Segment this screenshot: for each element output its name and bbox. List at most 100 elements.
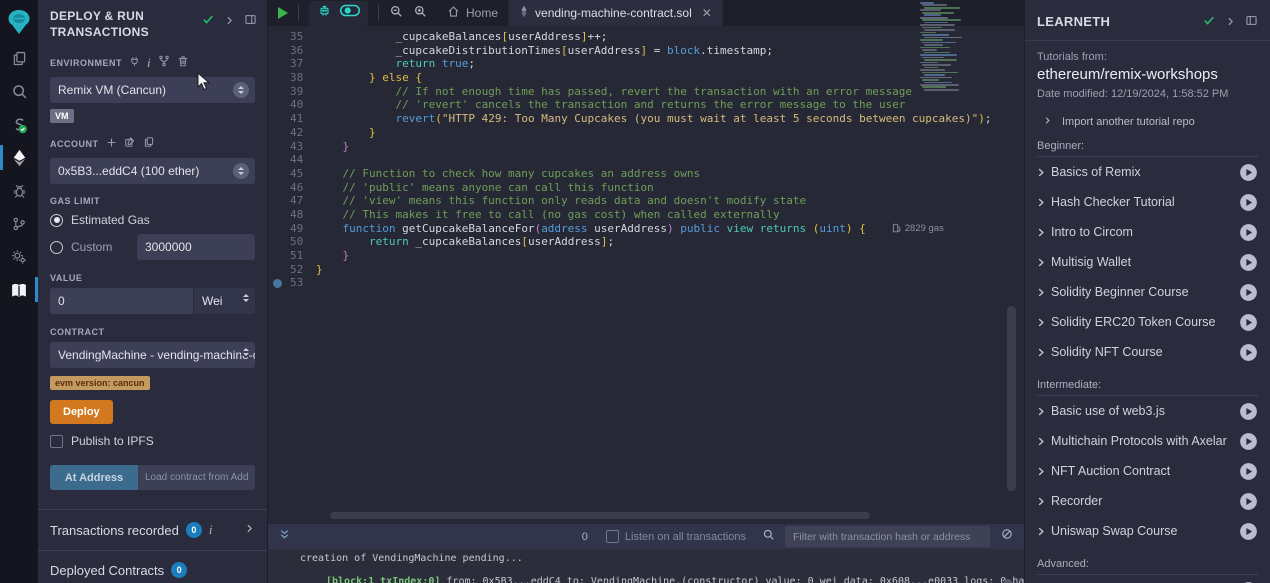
code-line-46[interactable]: 46 // 'public' means anyone can call thi… [268, 181, 1024, 195]
close-tab-icon[interactable]: ✕ [702, 6, 712, 20]
tutorial-item[interactable]: NFT Auction Contract [1037, 456, 1258, 486]
play-tutorial-icon[interactable] [1239, 253, 1258, 272]
minimap[interactable] [920, 2, 962, 92]
deploy-button[interactable]: Deploy [50, 400, 113, 424]
tutorial-item[interactable]: Multisig Wallet [1037, 247, 1258, 277]
at-address-input[interactable] [138, 465, 255, 490]
debugger-icon[interactable] [0, 174, 38, 207]
plug-icon[interactable] [129, 54, 140, 72]
play-tutorial-icon[interactable] [1239, 522, 1258, 541]
trash-icon[interactable] [177, 54, 189, 72]
code-line-49[interactable]: 49 function getCupcakeBalanceFor(address… [268, 222, 1024, 236]
play-tutorial-icon[interactable] [1239, 163, 1258, 182]
collapse-terminal-icon[interactable] [278, 528, 291, 546]
editor-horizontal-scrollbar[interactable] [330, 512, 870, 519]
editor-vertical-scrollbar[interactable] [1007, 306, 1016, 491]
breakpoint-dot[interactable] [273, 279, 282, 288]
code-line-51[interactable]: 51 } [268, 249, 1024, 263]
code-line-44[interactable]: 44 [268, 153, 1024, 167]
play-tutorial-icon[interactable] [1239, 462, 1258, 481]
play-tutorial-icon[interactable] [1239, 492, 1258, 511]
solidity-compiler-icon[interactable] [0, 108, 38, 141]
tutorial-item[interactable]: Recorder [1037, 486, 1258, 516]
at-address-button[interactable]: At Address [50, 465, 138, 490]
code-line-47[interactable]: 47 // 'view' means this function only re… [268, 194, 1024, 208]
code-line-40[interactable]: 40 // 'revert' cancels the transaction a… [268, 98, 1024, 112]
learneth-icon[interactable] [0, 273, 38, 306]
chevron-right-icon[interactable] [244, 521, 255, 539]
play-tutorial-icon[interactable] [1239, 223, 1258, 242]
terminal-filter-input[interactable] [785, 526, 990, 547]
info-icon[interactable]: i [209, 522, 213, 538]
edit-icon[interactable] [124, 135, 136, 153]
select-stepper-icon[interactable] [233, 82, 249, 98]
code-line-42[interactable]: 42 } [268, 126, 1024, 140]
publish-ipfs-checkbox[interactable] [50, 435, 63, 448]
listen-all-checkbox[interactable] [606, 530, 619, 543]
pin-panel-icon[interactable] [1245, 14, 1258, 32]
account-select[interactable]: 0x5B3...eddC4 (100 ether) [50, 158, 255, 184]
tutorial-item[interactable]: All about Proxy Contracts [1037, 575, 1258, 583]
chevron-right-icon[interactable] [224, 13, 235, 31]
code-line-35[interactable]: 35 _cupcakeBalances[userAddress]++; [268, 30, 1024, 44]
tutorial-item[interactable]: Basic use of web3.js [1037, 396, 1258, 426]
plus-icon[interactable] [106, 135, 117, 153]
custom-gas-input[interactable] [137, 234, 255, 260]
code-line-48[interactable]: 48 // This makes it free to call (no gas… [268, 208, 1024, 222]
play-tutorial-icon[interactable] [1239, 283, 1258, 302]
deployed-contracts-section[interactable]: Deployed Contracts 0 [38, 550, 267, 583]
chevron-right-icon[interactable] [1225, 14, 1236, 32]
tutorial-item[interactable]: Uniswap Swap Course [1037, 516, 1258, 546]
tutorial-item[interactable]: Solidity NFT Course [1037, 337, 1258, 367]
code-line-50[interactable]: 50 return _cupcakeBalances[userAddress]; [268, 235, 1024, 249]
tutorial-item[interactable]: Solidity ERC20 Token Course [1037, 307, 1258, 337]
estimated-gas-radio[interactable] [50, 214, 63, 227]
info-icon[interactable]: i [147, 55, 151, 71]
play-tutorial-icon[interactable] [1239, 432, 1258, 451]
tutorial-item[interactable]: Multichain Protocols with Axelar [1037, 426, 1258, 456]
value-input[interactable] [50, 288, 193, 314]
code-line-52[interactable]: 52} [268, 263, 1024, 277]
terminal-output[interactable]: creation of VendingMachine pending... [b… [268, 549, 1024, 583]
play-tutorial-icon[interactable] [1239, 343, 1258, 362]
play-tutorial-icon[interactable] [1239, 193, 1258, 212]
tutorial-item[interactable]: Hash Checker Tutorial [1037, 187, 1258, 217]
code-line-36[interactable]: 36 _cupcakeDistributionTimes[userAddress… [268, 44, 1024, 58]
tutorial-item[interactable]: Solidity Beginner Course [1037, 277, 1258, 307]
source-control-icon[interactable] [0, 207, 38, 240]
value-unit-select[interactable]: Wei [193, 288, 255, 314]
transactions-recorded-section[interactable]: Transactions recorded 0 i [38, 509, 267, 550]
copy-icon[interactable] [143, 135, 155, 153]
deploy-run-icon[interactable] [0, 141, 38, 174]
tab-vending-machine-contract[interactable]: vending-machine-contract.sol ✕ [509, 0, 723, 26]
clear-console-icon[interactable] [1000, 527, 1014, 546]
code-line-45[interactable]: 45 // Function to check how many cupcake… [268, 167, 1024, 181]
zoom-in-icon[interactable] [413, 4, 427, 23]
ai-copilot-icon[interactable] [317, 4, 332, 23]
plugin-manager-icon[interactable] [0, 240, 38, 273]
tab-home[interactable]: Home [437, 0, 509, 26]
pin-panel-icon[interactable] [244, 13, 257, 31]
play-tutorial-icon[interactable] [1239, 402, 1258, 421]
code-line-41[interactable]: 41 revert("HTTP 429: Too Many Cupcakes (… [268, 112, 1024, 126]
code-line-43[interactable]: 43 } [268, 140, 1024, 154]
contract-select[interactable]: VendingMachine - vending-machine-contrac… [50, 342, 255, 368]
zoom-out-icon[interactable] [389, 4, 403, 23]
tutorial-item[interactable]: Basics of Remix [1037, 157, 1258, 187]
code-line-38[interactable]: 38 } else { [268, 71, 1024, 85]
code-line-53[interactable]: 53 [268, 276, 1024, 290]
terminal-scrollbar[interactable] [1004, 579, 1012, 583]
custom-gas-radio[interactable] [50, 241, 63, 254]
search-icon[interactable] [0, 75, 38, 108]
tutorial-item[interactable]: Intro to Circom [1037, 217, 1258, 247]
copilot-toggle[interactable] [340, 4, 360, 22]
code-line-37[interactable]: 37 return true; [268, 57, 1024, 71]
code-editor[interactable]: 35 _cupcakeBalances[userAddress]++;36 _c… [268, 26, 1024, 524]
run-script-button[interactable] [278, 7, 288, 19]
remix-logo-icon[interactable] [0, 2, 38, 42]
file-explorer-icon[interactable] [0, 42, 38, 75]
import-tutorial-repo[interactable]: Import another tutorial repo [1043, 116, 1258, 128]
environment-select[interactable]: Remix VM (Cancun) [50, 77, 255, 103]
select-stepper-icon[interactable] [233, 163, 249, 179]
code-line-39[interactable]: 39 // If not enough time has passed, rev… [268, 85, 1024, 99]
